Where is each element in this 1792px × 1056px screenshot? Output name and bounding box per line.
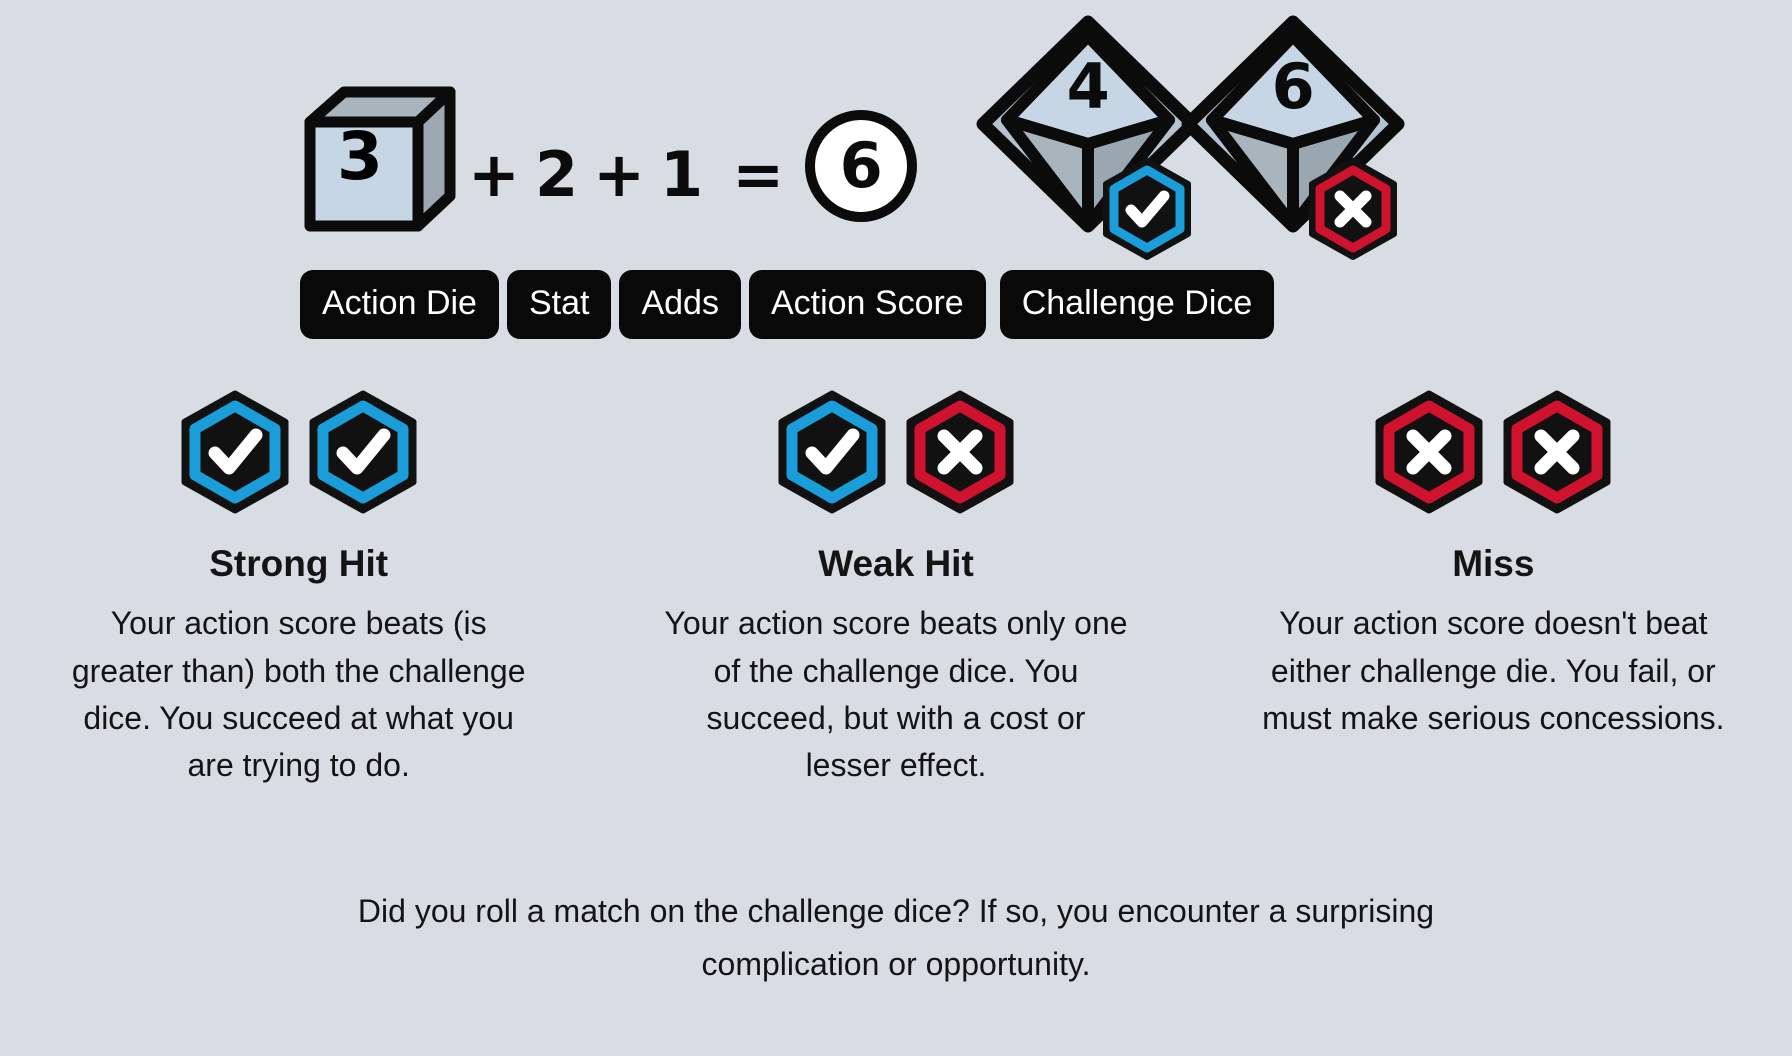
- miss-badges: [1373, 390, 1613, 514]
- formula-label-pills: Action Die Stat Adds Action Score Challe…: [300, 270, 1275, 339]
- check-hex-icon: [309, 390, 417, 514]
- outcomes-row: Strong Hit Your action score beats (is g…: [0, 390, 1792, 790]
- weak-hit-badges: [776, 390, 1016, 514]
- miss-description: Your action score doesn't beat either ch…: [1262, 605, 1725, 737]
- x-hex-icon: [1309, 158, 1398, 260]
- plus-operator-1: +: [468, 138, 520, 211]
- strong-hit-description: Your action score beats (is greater than…: [71, 605, 526, 784]
- outcome-miss: Miss Your action score doesn't beat eith…: [1195, 390, 1792, 790]
- stat-value: 2: [534, 138, 578, 211]
- miss-title: Miss: [1452, 543, 1535, 584]
- strong-hit-title: Strong Hit: [209, 543, 389, 584]
- challenge-dice-group: 4 6: [973, 12, 1405, 272]
- outcome-strong-hit: Strong Hit Your action score beats (is g…: [0, 390, 597, 790]
- match-footer-note: Did you roll a match on the challenge di…: [357, 893, 1435, 982]
- plus-operator-2: +: [593, 138, 645, 211]
- check-hex-icon: [1103, 158, 1192, 260]
- pill-action-die: Action Die: [300, 270, 499, 339]
- action-die-value: 3: [337, 118, 383, 195]
- challenge-die-1-badge: [1101, 158, 1193, 260]
- strong-hit-badges: [179, 390, 419, 514]
- weak-hit-description: Your action score beats only one of the …: [664, 605, 1128, 784]
- check-hex-icon: [778, 390, 886, 514]
- challenge-die-2-badge: [1307, 158, 1399, 260]
- pill-stat: Stat: [506, 270, 612, 339]
- roll-formula-section: 3 + 2 + 1 = 6 4 6 Action Die Stat Adds A…: [0, 15, 1792, 339]
- weak-hit-title: Weak Hit: [818, 543, 974, 584]
- x-hex-icon: [1503, 390, 1611, 514]
- pill-challenge-dice: Challenge Dice: [999, 270, 1275, 339]
- x-hex-icon: [1375, 390, 1483, 514]
- x-hex-icon: [906, 390, 1014, 514]
- pill-action-score: Action Score: [748, 270, 986, 339]
- action-score-circle: 6: [805, 110, 918, 222]
- outcome-weak-hit: Weak Hit Your action score beats only on…: [597, 390, 1194, 790]
- formula-row: 3 + 2 + 1 = 6 4 6: [300, 15, 1405, 260]
- action-die-cube: 3: [300, 86, 460, 236]
- pill-adds: Adds: [619, 270, 741, 339]
- check-hex-icon: [181, 390, 289, 514]
- equals-operator: =: [732, 138, 784, 211]
- adds-value: 1: [660, 138, 703, 211]
